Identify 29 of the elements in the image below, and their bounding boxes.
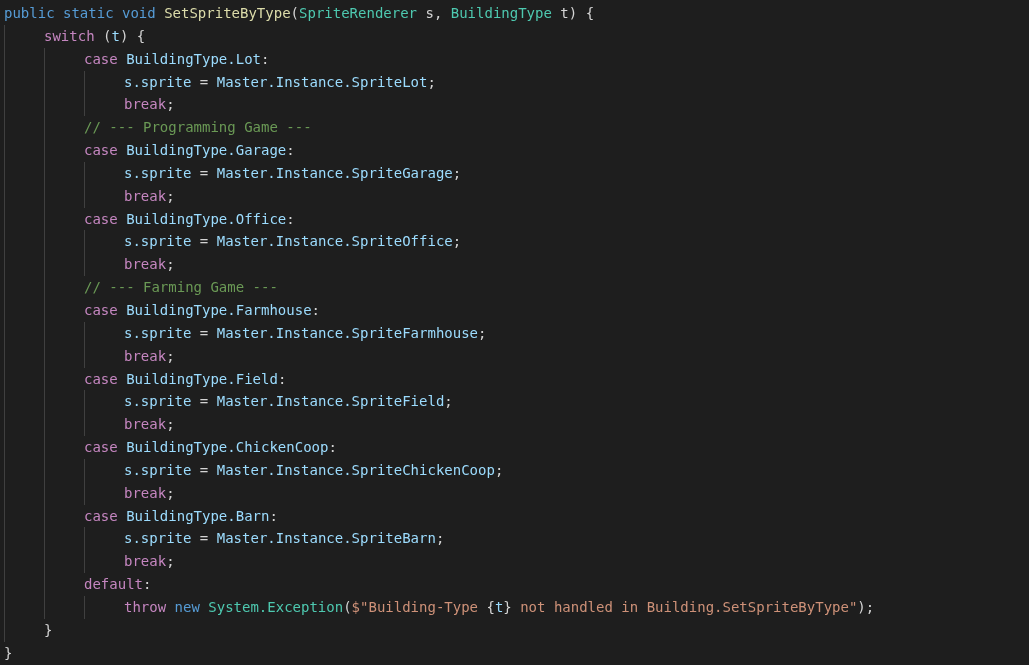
code-line: break; [124, 255, 175, 275]
code-line: s.sprite = Master.Instance.SpriteChickenCoop; [124, 460, 504, 480]
code-line: case BuildingType.Office: [84, 209, 295, 229]
code-line: throw new System.Exception($"Building-Type {t} not handled in Building.SetSpriteByType"); [124, 597, 875, 617]
code-line: break; [124, 552, 175, 572]
code-line: s.sprite = Master.Instance.SpriteFarmhouse; [124, 323, 487, 343]
code-line: break; [124, 483, 175, 503]
code-line: } [4, 643, 13, 663]
code-line: public static void SetSpriteByType(SpriteRenderer s, BuildingType t) { [4, 4, 595, 23]
code-line: break; [124, 186, 175, 206]
code-line: case BuildingType.Field: [84, 369, 287, 389]
code-line: // --- Farming Game --- [84, 278, 278, 298]
code-line: case BuildingType.ChickenCoop: [84, 438, 337, 458]
code-line: case BuildingType.Barn: [84, 506, 278, 526]
code-line: } [44, 620, 53, 640]
code-line: s.sprite = Master.Instance.SpriteOffice; [124, 232, 462, 252]
code-line: s.sprite = Master.Instance.SpriteLot; [124, 72, 436, 92]
code-line: switch (t) { [44, 26, 146, 46]
code-line: case BuildingType.Farmhouse: [84, 300, 321, 320]
code-line: break; [124, 346, 175, 366]
code-line: s.sprite = Master.Instance.SpriteBarn; [124, 529, 445, 549]
code-line: break; [124, 95, 175, 115]
code-line: s.sprite = Master.Instance.SpriteGarage; [124, 163, 462, 183]
code-line: break; [124, 415, 175, 435]
code-line: // --- Programming Game --- [84, 118, 312, 138]
code-line: default: [84, 575, 152, 595]
code-line: s.sprite = Master.Instance.SpriteField; [124, 392, 453, 412]
code-line: case BuildingType.Lot: [84, 49, 270, 69]
code-line: case BuildingType.Garage: [84, 141, 295, 161]
